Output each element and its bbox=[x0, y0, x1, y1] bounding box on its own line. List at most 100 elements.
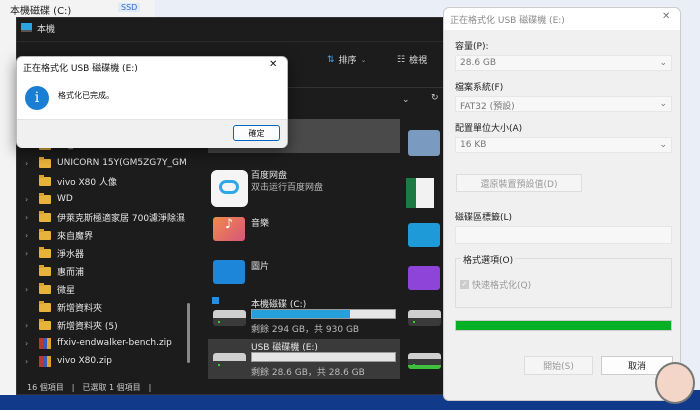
nav-tree-label: 惠而浦 bbox=[57, 267, 85, 278]
chevron-right-icon[interactable]: › bbox=[25, 231, 39, 240]
zip-file-icon bbox=[39, 337, 51, 349]
nav-tree-label: vivo X80 人像 bbox=[57, 177, 117, 188]
format-dialog: 正在格式化 USB 磁碟機 (E:) ✕ 容量(P): 28.6 GB ⌄ 檔案系… bbox=[443, 7, 681, 401]
nav-tree-item[interactable]: › 新增資料夾 (5) bbox=[25, 316, 118, 334]
this-pc-icon bbox=[21, 23, 32, 32]
chevron-down-icon: ⌄ bbox=[659, 58, 667, 68]
windows-logo-icon bbox=[212, 297, 219, 304]
navigation-pane: ›13_iCareOne›UNICORN 15Y(GM5ZG7Y_GMvivo … bbox=[17, 136, 195, 386]
drive-e-icon bbox=[213, 353, 246, 369]
nav-tree-item[interactable]: › 淨水器 bbox=[25, 244, 84, 262]
videos-folder-icon bbox=[408, 266, 440, 290]
nav-tree-item[interactable]: 惠而浦 bbox=[25, 262, 84, 280]
folder-icon bbox=[39, 156, 51, 168]
drive-icon bbox=[408, 310, 441, 326]
restore-defaults-button[interactable]: 還原裝置預設值(D) bbox=[456, 174, 582, 192]
zip-file-icon bbox=[39, 355, 51, 367]
start-button[interactable]: 開始(S) bbox=[524, 356, 593, 375]
close-icon[interactable]: ✕ bbox=[662, 11, 670, 22]
format-options-label: 格式選項(O) bbox=[461, 253, 516, 266]
chevron-right-icon[interactable]: › bbox=[25, 357, 39, 366]
chevron-right-icon[interactable]: › bbox=[25, 249, 39, 258]
nav-tree-label: UNICORN 15Y(GM5ZG7Y_GM bbox=[57, 158, 187, 168]
item-count: 16 個項目 bbox=[27, 383, 64, 392]
checkbox-icon: ✓ bbox=[460, 280, 469, 289]
drive-c-info: 剩餘 294 GB，共 930 GB bbox=[251, 325, 360, 335]
pictures-tile-name[interactable]: 圖片 bbox=[251, 259, 269, 272]
nav-tree-item[interactable]: › UNICORN 15Y(GM5ZG7Y_GM bbox=[25, 154, 187, 172]
nav-scrollbar[interactable] bbox=[187, 303, 190, 363]
nav-tree-label: 新增資料夾 (5) bbox=[57, 321, 118, 332]
dialog-title: 正在格式化 USB 磁碟機 (E:) bbox=[23, 64, 138, 74]
nav-tree-item[interactable]: › 伊萊克斯極適家居 700濾淨除濕 bbox=[25, 208, 185, 226]
chevron-right-icon[interactable]: › bbox=[25, 285, 39, 294]
chevron-right-icon[interactable]: › bbox=[25, 159, 39, 168]
chevron-right-icon[interactable]: › bbox=[25, 339, 39, 348]
ok-button[interactable]: 確定 bbox=[233, 125, 280, 141]
drive-icon-green bbox=[408, 353, 441, 369]
nav-tree-label: WD bbox=[57, 194, 73, 204]
drive-c-icon bbox=[213, 310, 246, 326]
capacity-label: 容量(P): bbox=[455, 42, 489, 52]
folder-icon bbox=[39, 264, 51, 276]
music-tile-name[interactable]: 音樂 bbox=[251, 216, 269, 229]
chevron-down-icon: ⌄ bbox=[659, 140, 667, 150]
status-bar: 16 個項目 | 已選取 1 個項目 | bbox=[27, 383, 152, 392]
chevron-right-icon[interactable]: › bbox=[25, 321, 39, 330]
sort-button[interactable]: ⇅ 排序 ⌄ bbox=[327, 53, 366, 67]
close-icon[interactable]: ✕ bbox=[269, 59, 277, 70]
window-title: 本機 bbox=[37, 25, 56, 35]
nav-tree-label: 來自魔界 bbox=[57, 231, 94, 242]
volume-label-label: 磁碟區標籤(L) bbox=[455, 213, 513, 223]
info-icon: i bbox=[25, 86, 49, 110]
quick-format-checkbox[interactable]: ✓ 快速格式化(Q) bbox=[460, 278, 531, 291]
folder-icon bbox=[39, 318, 51, 330]
baidu-netdisk-icon bbox=[211, 170, 248, 207]
chevron-right-icon[interactable]: › bbox=[25, 195, 39, 204]
folder-icon bbox=[39, 192, 51, 204]
sort-icon: ⇅ bbox=[327, 54, 335, 65]
chevron-right-icon[interactable]: › bbox=[25, 213, 39, 222]
nav-tree-label: 微星 bbox=[57, 285, 76, 296]
nav-tree-item[interactable]: 新增資料夾 bbox=[25, 298, 102, 316]
format-dialog-title: 正在格式化 USB 磁碟機 (E:) bbox=[450, 16, 565, 26]
address-dropdown-icon[interactable]: ⌄ bbox=[402, 95, 410, 105]
drive-name: 本機磁碟 (C:) bbox=[10, 6, 72, 17]
pictures-folder-icon bbox=[213, 260, 245, 284]
folder-icon bbox=[39, 300, 51, 312]
message-text: 格式化已完成。 bbox=[58, 91, 114, 100]
documents-folder-icon bbox=[408, 130, 440, 156]
refresh-icon[interactable]: ↻ bbox=[431, 93, 439, 103]
format-progress-bar bbox=[455, 320, 672, 331]
nav-tree-item[interactable]: › vivo X80.zip bbox=[25, 352, 112, 370]
allocation-select[interactable]: 16 KB ⌄ bbox=[455, 137, 672, 153]
drive-e-usage-bar bbox=[251, 352, 396, 362]
folder-icon bbox=[39, 246, 51, 258]
ssd-badge: SSD bbox=[118, 3, 141, 12]
capacity-select[interactable]: 28.6 GB ⌄ bbox=[455, 55, 672, 71]
folder-icon bbox=[39, 174, 51, 186]
nav-tree-item[interactable]: › WD bbox=[25, 190, 73, 208]
view-icon: ☷ bbox=[397, 54, 406, 65]
drive-c-usage-bar bbox=[251, 309, 396, 319]
allocation-label: 配置單位大小(A) bbox=[455, 124, 523, 134]
filesystem-label: 檔案系統(F) bbox=[455, 83, 504, 93]
folder-icon bbox=[39, 282, 51, 294]
folder-icon bbox=[408, 223, 440, 247]
nav-tree-item[interactable]: › 來自魔界 bbox=[25, 226, 93, 244]
nav-tree-label: 淨水器 bbox=[57, 249, 85, 260]
volume-label-input[interactable] bbox=[455, 226, 672, 244]
drive-e-info: 剩餘 28.6 GB，共 28.6 GB bbox=[251, 368, 365, 378]
folder-icon bbox=[39, 228, 51, 240]
view-button[interactable]: ☷ 檢視 bbox=[397, 53, 427, 67]
nav-tree-item[interactable]: › 微星 bbox=[25, 280, 75, 298]
nav-tree-label: ffxiv-endwalker-bench.zip bbox=[57, 338, 172, 348]
nav-tree-item[interactable]: vivo X80 人像 bbox=[25, 172, 117, 190]
nav-tree-label: vivo X80.zip bbox=[57, 356, 112, 366]
music-folder-icon: ♪ bbox=[213, 217, 245, 241]
excel-file-icon bbox=[406, 178, 434, 208]
baidu-tile-sub: 双击运行百度网盘 bbox=[251, 183, 324, 193]
watermark-mascot-icon bbox=[655, 362, 695, 404]
nav-tree-item[interactable]: › ffxiv-endwalker-bench.zip bbox=[25, 334, 172, 352]
filesystem-select[interactable]: FAT32 (預設) ⌄ bbox=[455, 96, 672, 112]
